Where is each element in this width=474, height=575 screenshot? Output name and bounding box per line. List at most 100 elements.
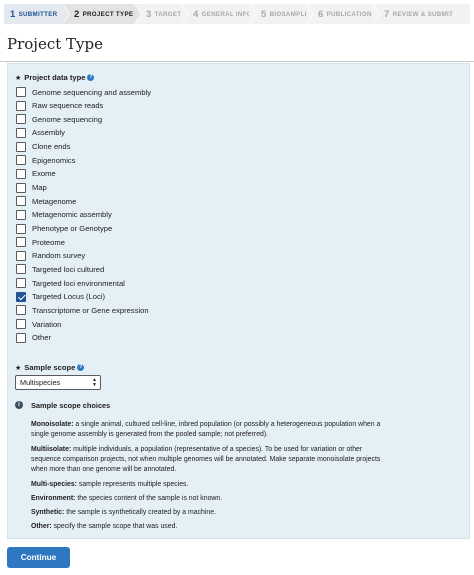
step-publications: 6 PUBLICATIONS [306,4,380,24]
checkbox[interactable] [16,332,26,343]
scope-term: Other: [31,523,52,530]
checkbox[interactable] [16,319,26,330]
checkbox[interactable] [16,209,26,220]
continue-button[interactable]: Continue [7,547,70,568]
scope-description: the species content of the sample is not… [75,495,223,502]
checkbox[interactable] [16,87,26,97]
data-type-option-label: Genome sequencing [32,114,103,124]
step-number: 3 [146,8,152,20]
data-type-option[interactable]: Proteome [16,236,65,248]
checkbox[interactable] [16,168,26,179]
data-type-option[interactable]: Metagenomic assembly [16,209,112,221]
scope-term: Multi-species: [31,481,77,488]
data-type-option[interactable]: Metagenome [16,195,76,207]
data-type-option-label: Random survey [32,251,86,261]
title-divider [0,61,474,62]
checkbox[interactable] [16,305,26,316]
step-label: BIOSAMPLE [269,10,310,18]
required-star-icon: ★ [15,74,22,82]
page-title: Project Type [7,35,103,53]
checkbox[interactable] [16,155,26,166]
data-type-label: ★ Project data type ? [15,73,95,82]
step-number: 4 [193,8,199,20]
data-type-option[interactable]: Clone ends [16,141,70,153]
sample-scope-info: i Sample scope choices Monoisolate: a si… [8,396,469,539]
data-type-option[interactable]: Epigenomics [16,154,75,166]
data-type-option[interactable]: Phenotype or Genotype [16,223,112,235]
data-type-option[interactable]: Targeted Locus (Loci) [16,291,105,303]
help-icon[interactable]: ? [77,364,85,371]
data-type-option[interactable]: Other [16,332,51,344]
data-type-option-label: Targeted Locus (Loci) [32,292,106,302]
data-type-option-label: Map [32,183,47,193]
select-arrows-icon: ▲ ▼ [92,377,97,388]
data-type-option-label: Metagenomic assembly [32,210,112,220]
checkbox[interactable] [16,264,26,275]
data-type-option-label: Raw sequence reads [32,101,104,111]
checkbox-checked[interactable] [16,291,26,302]
info-icon: i [15,401,23,409]
scope-term: Environment: [31,495,76,502]
step-review-submit: 7 REVIEW & SUBMIT [372,4,470,24]
step-number: 1 [10,8,16,20]
scope-term: Synthetic: [31,509,65,516]
checkbox[interactable] [16,223,26,234]
scope-description: a single animal, cultured cell-line, inb… [31,421,381,438]
data-type-option-label: Phenotype or Genotype [32,224,113,233]
checkbox[interactable] [16,141,26,152]
data-type-option[interactable]: Genome sequencing [16,113,102,125]
data-type-option[interactable]: Assembly [16,127,65,139]
data-type-option-label: Metagenome [32,196,77,206]
scope-description: sample represents multiple species. [76,481,189,488]
checkbox[interactable] [16,278,26,289]
data-type-option[interactable]: Variation [16,318,61,330]
checkbox[interactable] [16,114,26,125]
step-number: 6 [318,8,324,20]
checkbox[interactable] [16,250,26,261]
scope-term: Monoisolate: [31,421,74,428]
checkbox[interactable] [16,182,26,193]
data-type-option-label: Targeted loci cultured [32,264,105,274]
step-project-type[interactable]: 2 PROJECT TYPE [62,4,142,24]
step-label: GENERAL INFO [201,10,252,18]
scope-description: specify the sample scope that was used. [51,523,178,530]
step-number: 2 [74,8,80,20]
data-type-option-label: Targeted loci environmental [32,278,125,288]
checkbox[interactable] [16,100,26,111]
scope-definition: Monoisolate: a single animal, cultured c… [31,420,391,440]
step-label: SUBMITTER [18,10,58,18]
step-label: TARGET [154,10,182,18]
step-label: PUBLICATIONS [326,10,377,18]
scope-definition: Synthetic: the sample is synthetically c… [31,508,391,518]
data-type-option-label: Assembly [32,128,65,138]
data-type-option-label: Other [32,333,51,343]
step-submitter[interactable]: 1 SUBMITTER [4,4,70,24]
data-type-option-label: Exome [32,169,56,179]
data-type-option[interactable]: Transcriptome or Gene expression [16,304,149,316]
data-type-option[interactable]: Map [16,182,47,194]
scope-definition: Multiisolate: multiple individuals, a po… [31,445,391,475]
project-type-panel: ★ Project data type ? Genome sequencing … [7,63,470,539]
data-type-option-label: Genome sequencing and assembly [32,87,152,97]
checkbox[interactable] [16,127,26,138]
data-type-option-label: Proteome [32,237,65,247]
data-type-label-text: Project data type [24,73,86,82]
scope-definition: Other: specify the sample scope that was… [31,522,391,532]
sample-scope-label: ★ Sample scope ? [15,363,85,372]
data-type-option[interactable]: Random survey [16,250,85,262]
info-title: Sample scope choices [31,401,111,410]
data-type-option-label: Transcriptome or Gene expression [32,305,149,315]
step-number: 7 [384,8,390,20]
data-type-option[interactable]: Genome sequencing and assembly [16,86,151,98]
data-type-option[interactable]: Raw sequence reads [16,100,103,112]
checkbox[interactable] [16,196,26,207]
data-type-option-label: Epigenomics [32,155,76,165]
data-type-option[interactable]: Targeted loci cultured [16,263,104,275]
help-icon[interactable]: ? [87,74,95,81]
sample-scope-select[interactable]: Multispecies ▲ ▼ [15,375,101,390]
data-type-option[interactable]: Exome [16,168,56,180]
checkbox[interactable] [16,237,26,248]
sample-scope-label-text: Sample scope [24,363,76,372]
data-type-option[interactable]: Targeted loci environmental [16,277,125,289]
step-general-info: 4 GENERAL INFO [181,4,257,24]
